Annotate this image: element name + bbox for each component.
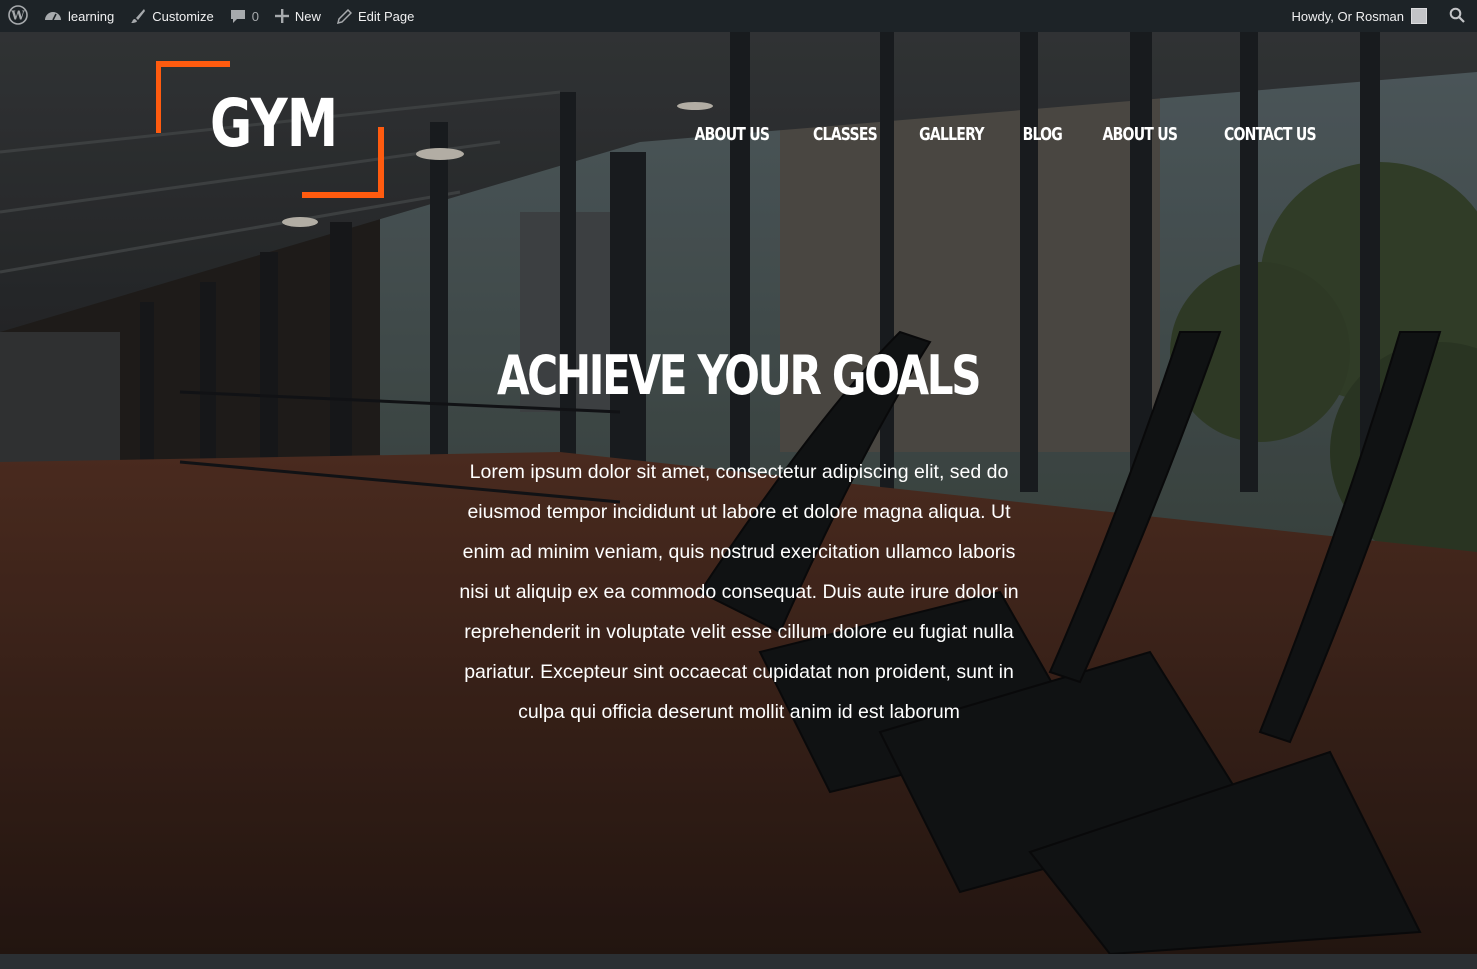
hero-section: GYM ABOUT US CLASSES GALLERY BLOG ABOUT … (0, 32, 1477, 954)
nav-blog[interactable]: BLOG (1023, 124, 1063, 145)
comment-icon (230, 8, 246, 24)
hero-headline: ACHIEVE YOUR GOALS (0, 344, 1477, 407)
customize-label: Customize (152, 8, 214, 24)
hero-headline-text: ACHIEVE YOUR GOALS (497, 344, 982, 407)
next-section-edge (0, 954, 1477, 969)
main-navigation: ABOUT US CLASSES GALLERY BLOG ABOUT US C… (660, 124, 1329, 145)
logo-text: GYM (210, 85, 338, 162)
search-icon (1449, 7, 1465, 26)
site-name-label: learning (68, 8, 115, 24)
new-content-link[interactable]: New (267, 0, 329, 32)
comments-link[interactable]: 0 (222, 0, 267, 32)
nav-about-us[interactable]: ABOUT US (695, 124, 770, 145)
edit-page-link[interactable]: Edit Page (329, 0, 422, 32)
new-label: New (294, 8, 321, 24)
nav-gallery[interactable]: GALLERY (919, 124, 984, 145)
nav-classes[interactable]: CLASSES (813, 124, 878, 145)
avatar (1411, 8, 1427, 24)
wordpress-logo-button[interactable]: W (0, 0, 36, 32)
customize-link[interactable]: Customize (122, 0, 221, 32)
comments-count: 0 (251, 8, 259, 24)
plus-icon (274, 9, 289, 23)
search-button[interactable] (1441, 0, 1477, 32)
site-name-link[interactable]: learning (36, 0, 122, 32)
hero-body-text: Lorem ipsum dolor sit amet, consectetur … (459, 461, 1019, 723)
site-logo[interactable]: GYM (156, 61, 384, 201)
svg-text:W: W (10, 8, 25, 22)
admin-bar: W learning Customize 0 New Edit Page How… (0, 0, 1477, 32)
my-account-link[interactable]: Howdy, Or Rosman (1284, 0, 1441, 32)
edit-page-label: Edit Page (357, 8, 415, 24)
nav-about-us-2[interactable]: ABOUT US (1102, 124, 1177, 145)
nav-contact-us[interactable]: CONTACT US (1224, 124, 1317, 145)
dashboard-icon (44, 8, 62, 24)
paintbrush-icon (130, 8, 146, 24)
howdy-label: Howdy, Or Rosman (1291, 8, 1404, 24)
pencil-icon (336, 8, 352, 24)
wordpress-icon: W (8, 4, 28, 28)
